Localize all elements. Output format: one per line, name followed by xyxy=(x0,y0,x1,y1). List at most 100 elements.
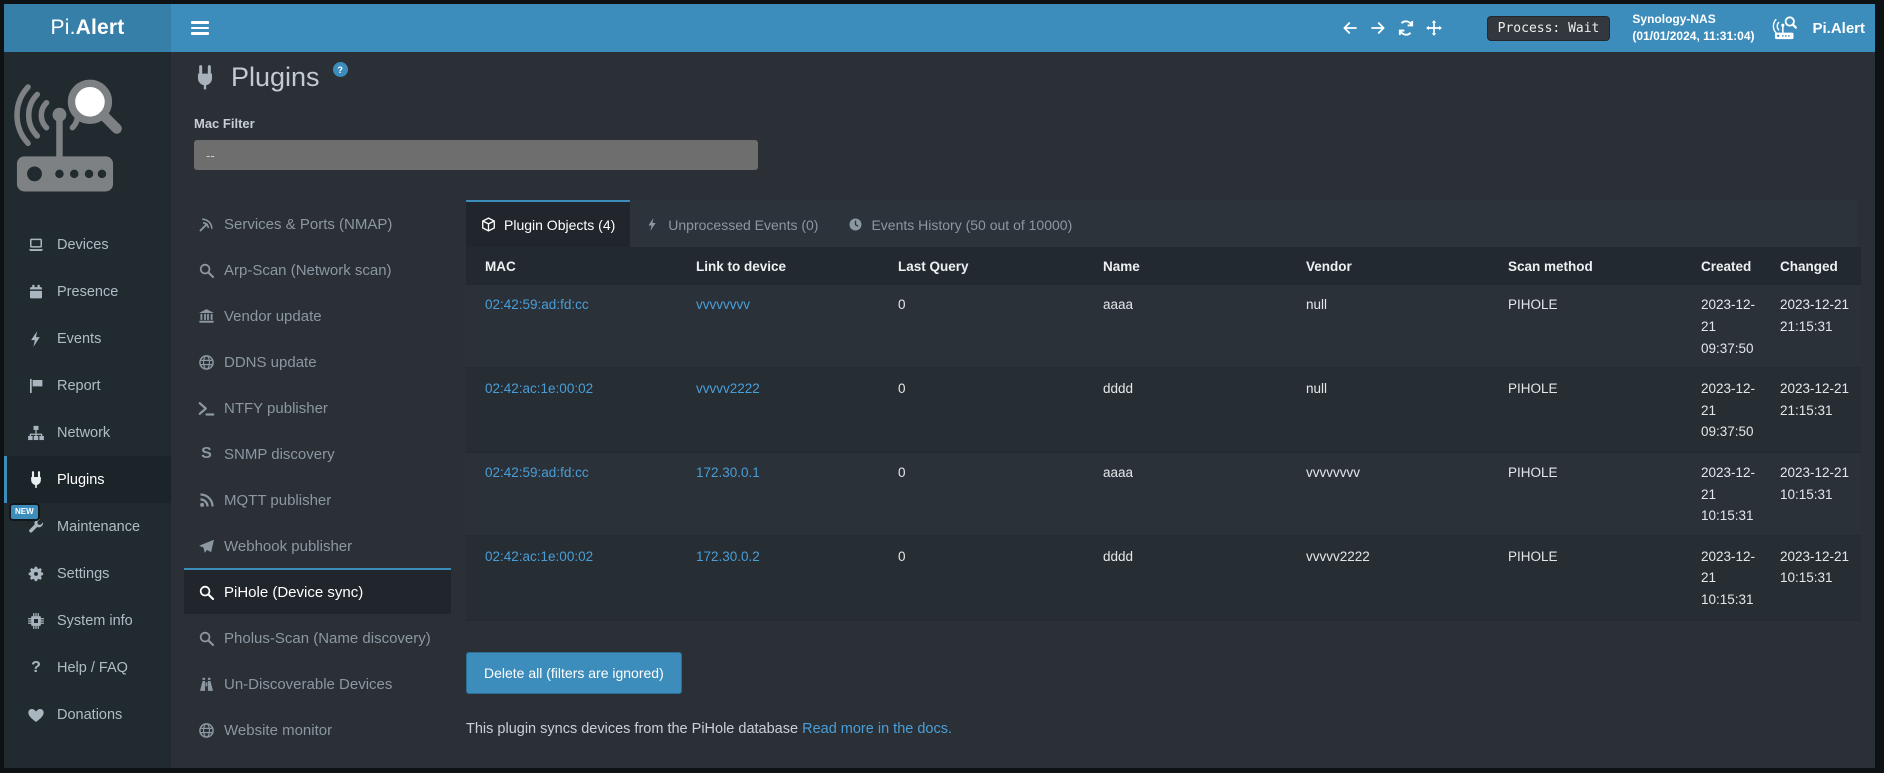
sidebar-item-devices[interactable]: Devices xyxy=(4,221,171,268)
column-header-created: Created xyxy=(1693,247,1772,285)
mac-link[interactable]: 02:42:59:ad:fd:cc xyxy=(485,297,589,312)
plugin-nav-label: NTFY publisher xyxy=(224,400,328,417)
app-window: Pi.Alert Process: Wait Synology-NAS (01/… xyxy=(4,4,1875,768)
mac-link[interactable]: 02:42:ac:1e:00:02 xyxy=(485,549,593,564)
device-link[interactable]: 172.30.0.1 xyxy=(696,465,760,480)
table-row: 02:42:ac:1e:00:02 vvvvv2222 0 dddd null … xyxy=(466,368,1861,452)
page-header: Plugins ? xyxy=(192,61,1857,93)
forward-icon[interactable] xyxy=(1369,19,1387,37)
cell-link-to-device: 172.30.0.2 xyxy=(677,536,879,620)
plugin-nav-item-undiscoverable[interactable]: Un-Discoverable Devices xyxy=(184,660,451,706)
device-link[interactable]: vvvvvvvv xyxy=(696,297,750,312)
plugin-nav-item-ddns[interactable]: DDNS update xyxy=(184,338,451,384)
bolt-icon xyxy=(645,217,660,232)
column-header-scan-method: Scan method xyxy=(1489,247,1693,285)
cell-scan-method: PIHOLE xyxy=(1489,285,1693,368)
sidebar-item-label: Help / FAQ xyxy=(57,660,128,676)
cell-mac: 02:42:59:ad:fd:cc xyxy=(466,285,677,368)
plugin-nav-item-mqtt[interactable]: MQTT publisher xyxy=(184,476,451,522)
page-title: Plugins xyxy=(231,61,320,93)
globe-icon xyxy=(198,722,215,739)
sidebar-item-report[interactable]: Report xyxy=(4,362,171,409)
refresh-icon[interactable] xyxy=(1397,19,1415,37)
terminal-icon xyxy=(198,400,215,417)
back-icon[interactable] xyxy=(1341,19,1359,37)
plugin-objects-table: MAC Link to device Last Query Name Vendo… xyxy=(466,247,1861,620)
move-icon[interactable] xyxy=(1425,19,1443,37)
pialert-mini-logo-icon xyxy=(1772,15,1802,41)
plugin-nav-item-ntfy[interactable]: NTFY publisher xyxy=(184,384,451,430)
pialert-logo-art xyxy=(4,62,126,210)
sidebar-item-label: Maintenance xyxy=(57,519,140,535)
host-name: Synology-NAS xyxy=(1632,11,1754,28)
tab-label: Plugin Objects (4) xyxy=(504,217,615,233)
plugin-nav-item-pihole[interactable]: PiHole (Device sync) xyxy=(184,568,451,614)
cell-created: 2023-12-21 09:37:50 xyxy=(1693,285,1772,368)
plugin-nav-label: Un-Discoverable Devices xyxy=(224,676,392,693)
topbar-right-controls: Process: Wait Synology-NAS (01/01/2024, … xyxy=(1331,11,1875,46)
cell-last-query: 0 xyxy=(879,368,1084,452)
cell-changed: 2023-12-21 10:15:31 xyxy=(1772,536,1861,620)
sidebar-item-donations[interactable]: Donations xyxy=(4,691,171,738)
chip-icon xyxy=(27,612,45,630)
sidebar-item-label: Plugins xyxy=(57,472,105,488)
cell-scan-method: PIHOLE xyxy=(1489,452,1693,536)
search-icon xyxy=(198,630,215,647)
sidebar-item-help-faq[interactable]: ?Help / FAQ xyxy=(4,644,171,691)
cell-link-to-device: vvvvvvvv xyxy=(677,285,879,368)
cell-changed: 2023-12-21 21:15:31 xyxy=(1772,285,1861,368)
tab-label: Events History (50 out of 10000) xyxy=(871,217,1072,233)
cell-last-query: 0 xyxy=(879,536,1084,620)
sidebar-item-settings[interactable]: Settings xyxy=(4,550,171,597)
sidebar-item-events[interactable]: Events xyxy=(4,315,171,362)
docs-link[interactable]: Read more in the docs. xyxy=(802,721,952,737)
main-content: Plugins ? Mac Filter Services & Ports (N… xyxy=(171,52,1875,768)
sidebar-item-maintenance[interactable]: NEWMaintenance xyxy=(4,503,171,550)
column-header-link: Link to device xyxy=(677,247,879,285)
tab-plugin-objects[interactable]: Plugin Objects (4) xyxy=(466,200,630,247)
laptop-icon xyxy=(27,236,45,254)
plugin-nav-item-vendor-update[interactable]: Vendor update xyxy=(184,292,451,338)
plug-icon xyxy=(192,65,218,91)
cell-last-query: 0 xyxy=(879,285,1084,368)
cell-name: dddd xyxy=(1084,368,1287,452)
delete-all-button[interactable]: Delete all (filters are ignored) xyxy=(466,652,682,694)
table-row: 02:42:59:ad:fd:cc 172.30.0.1 0 aaaa vvvv… xyxy=(466,452,1861,536)
cell-mac: 02:42:ac:1e:00:02 xyxy=(466,536,677,620)
sidebar-item-plugins[interactable]: Plugins xyxy=(4,456,171,503)
device-link[interactable]: vvvvv2222 xyxy=(696,381,760,396)
process-status-badge: Process: Wait xyxy=(1487,16,1611,41)
tab-bar: Plugin Objects (4) Unprocessed Events (0… xyxy=(466,200,1857,247)
plugin-nav-item-snmp[interactable]: SSNMP discovery xyxy=(184,430,451,476)
mac-link[interactable]: 02:42:59:ad:fd:cc xyxy=(485,465,589,480)
sidebar-item-presence[interactable]: Presence xyxy=(4,268,171,315)
tab-events-history[interactable]: Events History (50 out of 10000) xyxy=(833,200,1087,247)
plugin-nav-item-website-monitor[interactable]: Website monitor xyxy=(184,706,451,752)
cell-vendor: null xyxy=(1287,368,1489,452)
sidebar-item-label: Presence xyxy=(57,284,118,300)
plugin-nav-item-webhook[interactable]: Webhook publisher xyxy=(184,522,451,568)
sidebar-toggle-button[interactable] xyxy=(183,15,217,41)
plugin-nav-item-arpscan[interactable]: Arp-Scan (Network scan) xyxy=(184,246,451,292)
sidebar-item-label: Events xyxy=(57,331,101,347)
cell-mac: 02:42:59:ad:fd:cc xyxy=(466,452,677,536)
mac-filter-input[interactable] xyxy=(194,140,758,170)
column-header-name: Name xyxy=(1084,247,1287,285)
plugin-nav-item-pholus[interactable]: Pholus-Scan (Name discovery) xyxy=(184,614,451,660)
plugin-nav-label: SNMP discovery xyxy=(224,446,335,463)
help-badge[interactable]: ? xyxy=(333,62,348,77)
app-logo[interactable]: Pi.Alert xyxy=(4,4,171,52)
column-header-last-query: Last Query xyxy=(879,247,1084,285)
sidebar-item-network[interactable]: Network xyxy=(4,409,171,456)
host-timestamp: (01/01/2024, 11:31:04) xyxy=(1632,28,1754,45)
tab-unprocessed-events[interactable]: Unprocessed Events (0) xyxy=(630,200,833,247)
mac-link[interactable]: 02:42:ac:1e:00:02 xyxy=(485,381,593,396)
plugin-nav-item-nmap[interactable]: Services & Ports (NMAP) xyxy=(184,200,451,246)
plugin-nav-label: DDNS update xyxy=(224,354,317,371)
sidebar-item-system-info[interactable]: System info xyxy=(4,597,171,644)
cell-created: 2023-12-21 09:37:50 xyxy=(1693,368,1772,452)
rss-icon xyxy=(198,492,215,509)
main-sidebar: Devices Presence Events Report Network P… xyxy=(4,52,171,768)
search-icon xyxy=(198,262,215,279)
device-link[interactable]: 172.30.0.2 xyxy=(696,549,760,564)
